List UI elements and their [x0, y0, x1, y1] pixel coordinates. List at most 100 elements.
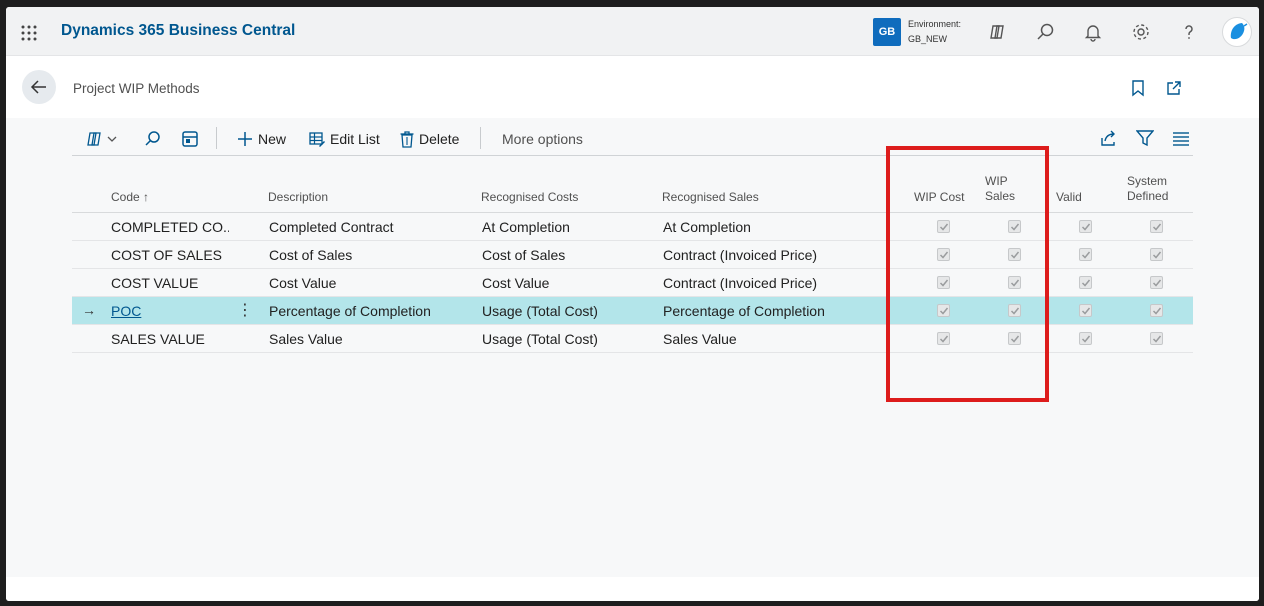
checkbox-wip-sales: [1008, 304, 1021, 317]
waffle-icon[interactable]: [20, 24, 38, 42]
checkbox-system-defined: [1150, 248, 1163, 261]
search-button[interactable]: [144, 129, 162, 149]
cell-description: Completed Contract: [269, 219, 394, 235]
plus-icon: [238, 132, 252, 146]
table-row[interactable]: COMPLETED CO... Completed Contract At Comp…: [72, 213, 1193, 241]
checkbox-system-defined: [1150, 332, 1163, 345]
cell-code[interactable]: COST VALUE: [111, 275, 229, 291]
more-options-button[interactable]: More options: [502, 129, 583, 149]
cell-recognised-costs: Cost of Sales: [482, 247, 566, 263]
table-row[interactable]: COST VALUE Cost Value Cost Value Contract (…: [72, 269, 1193, 297]
product-logo-icon: [1230, 23, 1248, 40]
checkbox-wip-cost: [937, 276, 950, 289]
checkbox-wip-cost: [937, 248, 950, 261]
column-header-code[interactable]: Code ↑: [111, 190, 149, 205]
cell-code[interactable]: POC: [111, 303, 229, 319]
back-arrow-icon: [30, 80, 46, 94]
trash-icon: [400, 130, 414, 148]
delete-button[interactable]: Delete: [400, 129, 459, 149]
checkbox-valid: [1079, 304, 1092, 317]
copilot-icon[interactable]: [987, 22, 1007, 42]
checkbox-valid: [1079, 220, 1092, 233]
column-header-system-defined-line1: System: [1127, 174, 1168, 188]
bottom-strip: [6, 577, 1259, 601]
checkbox-valid: [1079, 248, 1092, 261]
page-title: Project WIP Methods: [73, 81, 200, 96]
checkbox-valid: [1079, 332, 1092, 345]
help-icon[interactable]: [1179, 22, 1199, 42]
cell-description: Cost Value: [269, 275, 337, 291]
checkbox-system-defined: [1150, 304, 1163, 317]
share-icon[interactable]: [1099, 129, 1117, 147]
checkbox-wip-cost: [937, 304, 950, 317]
cell-description: Cost of Sales: [269, 247, 353, 263]
edit-list-button[interactable]: Edit List: [309, 129, 380, 149]
environment-value: GB_NEW: [908, 34, 948, 44]
checkbox-wip-sales: [1008, 248, 1021, 261]
top-bar: Dynamics 365 Business Central GB Environ…: [6, 7, 1259, 56]
new-button[interactable]: New: [237, 129, 286, 149]
app-window: Dynamics 365 Business Central GB Environ…: [6, 7, 1259, 601]
search-icon[interactable]: [1035, 22, 1055, 42]
action-bar: New Edit List Delete More options: [72, 120, 1193, 156]
edit-list-button-label: Edit List: [330, 131, 380, 147]
cell-recognised-costs: At Completion: [482, 219, 570, 235]
wip-methods-grid: Code ↑ Description Recognised Costs Reco…: [72, 156, 1193, 353]
column-header-system-defined[interactable]: System Defined: [1127, 174, 1168, 204]
cell-code[interactable]: COMPLETED CO...: [111, 219, 229, 235]
column-header-wip-sales-line2: Sales: [985, 189, 1016, 203]
edit-list-icon: [309, 132, 325, 147]
grid-header-row: Code ↑ Description Recognised Costs Reco…: [72, 156, 1193, 213]
environment-badge[interactable]: GB: [873, 18, 901, 46]
row-actions-menu-icon[interactable]: ⋮: [237, 300, 253, 320]
cell-recognised-costs: Usage (Total Cost): [482, 331, 598, 347]
delete-button-label: Delete: [419, 131, 460, 147]
column-header-wip-sales[interactable]: WIP Sales: [985, 174, 1015, 204]
checkbox-wip-sales: [1008, 332, 1021, 345]
toolbar-divider: [480, 127, 481, 149]
cell-recognised-costs: Usage (Total Cost): [482, 303, 598, 319]
app-title[interactable]: Dynamics 365 Business Central: [61, 22, 295, 40]
column-header-system-defined-line2: Defined: [1127, 189, 1169, 203]
copilot-chevron-icon: [87, 132, 117, 146]
checkbox-wip-cost: [937, 220, 950, 233]
column-header-description[interactable]: Description: [268, 190, 328, 205]
list-view-icon[interactable]: [1172, 129, 1190, 147]
open-new-window-icon[interactable]: [1165, 79, 1183, 97]
cell-recognised-sales: Sales Value: [663, 331, 737, 347]
column-header-wip-sales-line1: WIP: [985, 174, 1008, 188]
cell-recognised-sales: At Completion: [663, 219, 751, 235]
cell-recognised-sales: Contract (Invoiced Price): [663, 247, 818, 263]
table-row[interactable]: COST OF SALES Cost of Sales Cost of Sales C…: [72, 241, 1193, 269]
analyze-button[interactable]: [181, 129, 199, 149]
bell-icon[interactable]: [1083, 22, 1103, 42]
search-icon: [145, 131, 160, 146]
cell-description: Sales Value: [269, 331, 343, 347]
more-options-label: More options: [502, 131, 583, 147]
checkbox-valid: [1079, 276, 1092, 289]
column-header-wip-cost[interactable]: WIP Cost: [914, 190, 964, 205]
copilot-menu-button[interactable]: [86, 129, 120, 149]
table-row[interactable]: SALES VALUE Sales Value Usage (Total Cost)…: [72, 325, 1193, 353]
gear-icon[interactable]: [1131, 22, 1151, 42]
cell-code[interactable]: SALES VALUE: [111, 331, 229, 347]
column-header-recognised-sales[interactable]: Recognised Sales: [662, 190, 759, 205]
avatar-icon[interactable]: [1222, 17, 1252, 47]
table-row[interactable]: → ⋮ POC Percentage of Completion Usage (Tota…: [72, 297, 1193, 325]
table-view-icon: [182, 131, 198, 147]
environment-label: Environment:: [908, 19, 962, 29]
column-header-recognised-costs[interactable]: Recognised Costs: [481, 190, 578, 205]
checkbox-wip-cost: [937, 332, 950, 345]
filter-icon[interactable]: [1136, 129, 1154, 147]
cell-recognised-sales: Contract (Invoiced Price): [663, 275, 818, 291]
cell-description: Percentage of Completion: [269, 303, 431, 319]
new-button-label: New: [258, 131, 287, 147]
column-header-valid[interactable]: Valid: [1056, 190, 1082, 205]
bookmark-icon[interactable]: [1129, 79, 1147, 97]
checkbox-system-defined: [1150, 220, 1163, 233]
cell-code[interactable]: COST OF SALES: [111, 247, 229, 263]
toolbar-divider: [216, 127, 217, 149]
grid-body: COMPLETED CO... Completed Contract At Comp…: [72, 213, 1193, 353]
cell-recognised-costs: Cost Value: [482, 275, 550, 291]
back-button[interactable]: [22, 70, 56, 104]
